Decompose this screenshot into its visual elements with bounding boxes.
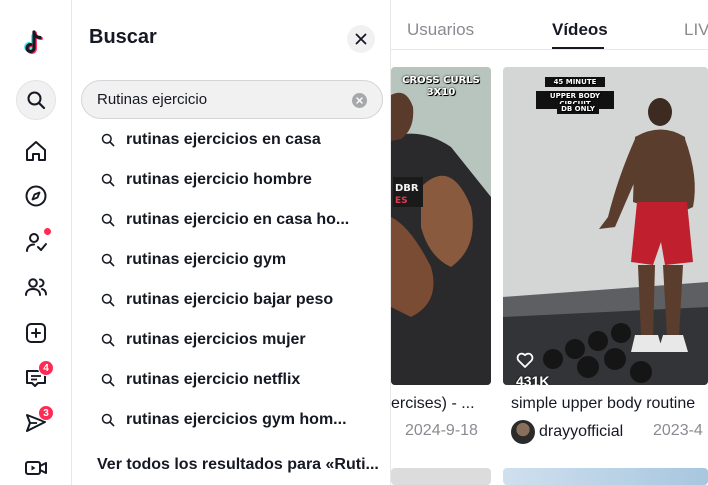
search-icon	[101, 213, 115, 227]
messages-icon[interactable]: 3	[16, 403, 56, 443]
author-name[interactable]: drayyofficial	[539, 423, 623, 441]
avatar[interactable]	[511, 420, 535, 444]
search-box	[81, 80, 383, 119]
close-icon	[355, 33, 367, 45]
suggestion-item[interactable]: rutinas ejercicio netflix	[72, 360, 391, 400]
video-thumbnail[interactable]: DBR ES CROSS CURLS 3X10	[391, 67, 491, 385]
suggestion-text: rutinas ejercicios en casa	[126, 131, 321, 148]
upload-icon[interactable]	[16, 313, 56, 353]
search-icon	[101, 373, 115, 387]
following-icon[interactable]	[16, 222, 56, 262]
tab-live[interactable]: LIV	[684, 20, 708, 40]
messages-badge: 3	[38, 405, 54, 421]
svg-text:DBR: DBR	[395, 183, 419, 194]
video-title[interactable]: ercises) - ...	[391, 395, 475, 413]
suggestion-text: rutinas ejercicios gym hom...	[126, 411, 347, 428]
video-preview-image: DBR ES	[391, 67, 491, 385]
video-date: 2024-9-18	[405, 422, 478, 439]
suggestion-text: rutinas ejercicio bajar peso	[126, 291, 334, 308]
activity-badge: 4	[38, 360, 54, 376]
video-title[interactable]: simple upper body routine	[511, 395, 695, 413]
tab-users[interactable]: Usuarios	[407, 20, 474, 40]
search-input[interactable]	[97, 81, 347, 118]
suggestion-item[interactable]: rutinas ejercicios en casa	[72, 120, 391, 160]
explore-icon[interactable]	[16, 176, 56, 216]
search-panel-title: Buscar	[89, 26, 157, 48]
heart-icon	[516, 352, 534, 368]
suggestion-text: rutinas ejercicio gym	[126, 251, 287, 268]
clear-icon	[356, 97, 363, 104]
notification-dot	[44, 228, 51, 235]
suggestion-list: rutinas ejercicios en casa rutinas ejerc…	[72, 120, 391, 440]
suggestion-text: rutinas ejercicio hombre	[126, 171, 312, 188]
suggestion-text: rutinas ejercicios mujer	[126, 331, 306, 348]
video-author[interactable]: drayyofficial	[511, 420, 623, 444]
suggestion-item[interactable]: rutinas ejercicio gym	[72, 240, 391, 280]
video-thumbnail[interactable]	[503, 468, 708, 485]
search-icon	[101, 133, 115, 147]
suggestion-text: rutinas ejercicio netflix	[126, 371, 301, 388]
video-overlay-text: DB ONLY	[557, 104, 599, 114]
tiktok-logo-icon[interactable]	[16, 22, 56, 62]
video-preview-image	[503, 67, 708, 385]
svg-text:ES: ES	[395, 196, 408, 206]
search-icon	[101, 293, 115, 307]
search-icon	[101, 333, 115, 347]
friends-icon[interactable]	[16, 267, 56, 307]
clear-search-button[interactable]	[352, 93, 367, 108]
activity-icon[interactable]: 4	[16, 358, 56, 398]
active-tab-indicator	[552, 47, 604, 49]
search-panel: Buscar rutinas ejercicios en casa rutina…	[72, 0, 391, 485]
sidebar-rail: 4 3	[0, 0, 72, 485]
live-icon[interactable]	[16, 448, 56, 485]
search-icon[interactable]	[16, 80, 56, 120]
suggestion-item[interactable]: rutinas ejercicio bajar peso	[72, 280, 391, 320]
tab-videos[interactable]: Vídeos	[552, 20, 608, 40]
results-tabs: Usuarios Vídeos LIV	[391, 0, 708, 50]
search-icon	[101, 173, 115, 187]
suggestion-text: rutinas ejercicio en casa ho...	[126, 211, 350, 228]
suggestion-item[interactable]: rutinas ejercicios mujer	[72, 320, 391, 360]
video-thumbnail[interactable]	[391, 468, 491, 485]
suggestion-item[interactable]: rutinas ejercicio en casa ho...	[72, 200, 391, 240]
see-all-results-link[interactable]: Ver todos los resultados para «Ruti...	[97, 456, 379, 474]
suggestion-item[interactable]: rutinas ejercicios gym hom...	[72, 400, 391, 440]
video-date: 2023-4	[653, 422, 703, 439]
like-count: 431K	[516, 373, 550, 385]
search-icon	[101, 413, 115, 427]
video-overlay-text: 45 MINUTE	[545, 77, 605, 87]
video-overlay-text: CROSS CURLS 3X10	[402, 75, 480, 98]
search-icon	[101, 253, 115, 267]
suggestion-item[interactable]: rutinas ejercicio hombre	[72, 160, 391, 200]
video-thumbnail[interactable]: 45 MINUTE UPPER BODY CIRCUIT DB ONLY 431…	[503, 67, 708, 385]
close-search-button[interactable]	[347, 25, 375, 53]
home-icon[interactable]	[16, 131, 56, 171]
